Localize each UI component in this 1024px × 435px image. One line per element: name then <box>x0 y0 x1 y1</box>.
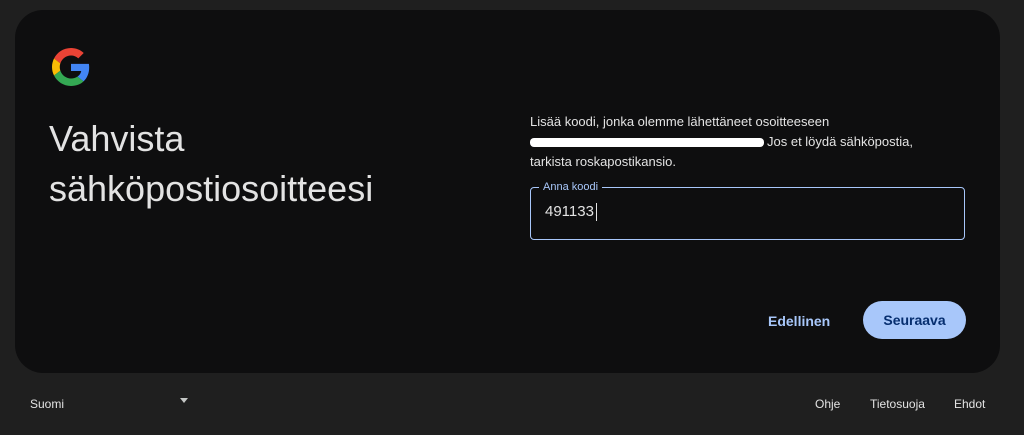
page-title: Vahvista sähköpostiosoitteesi <box>49 114 489 214</box>
language-selector[interactable]: Suomi <box>30 397 64 411</box>
instructions-text: Lisää koodi, jonka olemme lähettäneet os… <box>530 112 970 172</box>
redacted-email <box>530 138 764 148</box>
terms-link[interactable]: Ehdot <box>954 397 985 411</box>
google-logo-icon <box>52 48 90 86</box>
back-button[interactable]: Edellinen <box>758 303 840 339</box>
code-input-value[interactable]: 491133 <box>545 203 597 222</box>
verification-card: Vahvista sähköpostiosoitteesi Lisää kood… <box>15 10 1000 373</box>
desc-line-2-text: Jos et löydä sähköpostia, <box>767 134 913 149</box>
desc-line-1: Lisää koodi, jonka olemme lähettäneet os… <box>530 114 830 129</box>
next-button[interactable]: Seuraava <box>863 301 966 339</box>
title-line-2: sähköpostiosoitteesi <box>49 168 374 209</box>
help-link[interactable]: Ohje <box>815 397 840 411</box>
code-input-field[interactable]: Anna koodi 491133 <box>530 180 965 240</box>
code-input-label: Anna koodi <box>539 180 603 194</box>
code-input-text: 491133 <box>545 203 594 220</box>
dropdown-arrow-icon[interactable] <box>180 398 188 403</box>
text-caret <box>595 203 597 222</box>
footer: Suomi Ohje Tietosuoja Ehdot <box>0 385 1024 425</box>
title-line-1: Vahvista <box>49 118 185 159</box>
privacy-link[interactable]: Tietosuoja <box>870 397 925 411</box>
desc-line-2: Jos et löydä sähköpostia, <box>530 132 970 152</box>
desc-line-3: tarkista roskapostikansio. <box>530 154 676 169</box>
